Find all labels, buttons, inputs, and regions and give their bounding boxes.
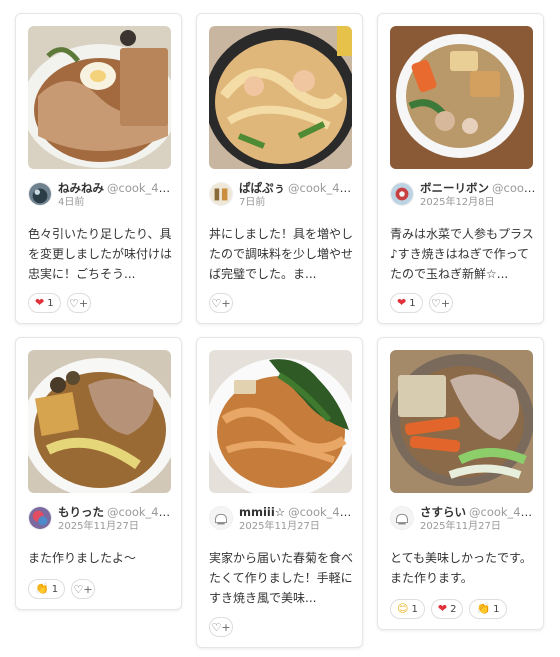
author[interactable]: もりった @cook_40... 2025年11月27日	[28, 504, 174, 534]
heart-icon: ❤	[397, 296, 407, 309]
post-date: 2025年11月27日	[239, 521, 320, 532]
smile-icon: 😊	[397, 602, 409, 615]
snap-card[interactable]: さすらい @cook_40... 2025年11月27日 とても美味しかったです。…	[377, 337, 544, 630]
clap-icon: 👏	[476, 602, 491, 615]
reaction-chip[interactable]: ❤ 1	[28, 293, 61, 313]
snap-card[interactable]: mmiii☆@cook_406... 2025年11月27日 実家から届いた春菊…	[196, 337, 363, 648]
reaction-chip[interactable]: ❤ 1	[390, 293, 423, 313]
heart-icon: ❤	[35, 296, 45, 309]
author[interactable]: ねみねみ @cook_40... 4日前	[28, 180, 174, 210]
reaction-chip[interactable]: ❤ 2	[430, 599, 464, 619]
reactions: ❤ 1 ♡+	[28, 293, 91, 313]
snap-card[interactable]: もりった @cook_40... 2025年11月27日 また作りましたよ〜 👏 1…	[15, 337, 182, 610]
add-reaction-button[interactable]: ♡+	[209, 617, 233, 637]
reaction-count: 1	[47, 297, 54, 309]
snap-card[interactable]: ねみねみ @cook_40... 4日前 色々引いたり足したり、具を変更しましたが…	[15, 13, 182, 324]
add-reaction-icon: ♡+	[431, 296, 451, 310]
user-id: @cook_40...	[288, 181, 355, 195]
clap-icon: 👏	[35, 582, 49, 595]
heart-icon: ❤	[437, 602, 448, 615]
food-photo[interactable]	[209, 26, 352, 169]
reaction-count: 2	[450, 603, 457, 615]
add-reaction-button[interactable]: ♡+	[428, 293, 453, 313]
food-photo[interactable]	[28, 350, 171, 493]
author[interactable]: さすらい @cook_40... 2025年11月27日	[390, 504, 536, 534]
reactions: ♡+	[209, 293, 233, 313]
post-date: 4日前	[58, 197, 85, 208]
avatar[interactable]	[209, 182, 233, 206]
snap-card[interactable]: ぱぱぷぅ @cook_40... 7日前 丼にしました！具を増やしたので調味料を少…	[196, 13, 363, 324]
reaction-chip[interactable]: 👏 1	[469, 599, 507, 619]
user-id: @cook_406...	[288, 505, 355, 519]
comment-text: 青みは水菜で人参もプラス♪すき焼きはねぎで作ってたので玉ねぎ新鮮☆...	[390, 227, 534, 281]
user-name[interactable]: さすらい	[420, 505, 466, 519]
add-reaction-button[interactable]: ♡+	[209, 293, 233, 313]
author[interactable]: ぱぱぷぅ @cook_40... 7日前	[209, 180, 355, 210]
comment-text: また作りましたよ〜	[28, 551, 137, 565]
avatar[interactable]	[28, 506, 52, 530]
post-date: 2025年11月27日	[58, 521, 139, 532]
food-photo[interactable]	[390, 26, 533, 169]
reaction-count: 1	[409, 297, 416, 309]
user-id: @cook_40...	[107, 181, 174, 195]
add-reaction-icon: ♡+	[69, 296, 89, 310]
author[interactable]: mmiii☆@cook_406... 2025年11月27日	[209, 504, 355, 534]
add-reaction-icon: ♡+	[211, 296, 231, 310]
reactions: ❤ 1 ♡+	[390, 293, 453, 313]
add-reaction-icon: ♡+	[211, 620, 231, 634]
post-date: 7日前	[239, 197, 266, 208]
post-date: 2025年12月8日	[420, 197, 495, 208]
user-name[interactable]: mmiii☆	[239, 505, 285, 519]
comment-text: とても美味しかったです。また作ります。	[390, 551, 532, 585]
user-name[interactable]: ねみねみ	[58, 181, 104, 195]
add-reaction-button[interactable]: ♡+	[71, 579, 96, 599]
reaction-count: 1	[493, 603, 500, 615]
reaction-count: 1	[51, 583, 59, 595]
comment-text: 色々引いたり足したり、具を変更しましたが味付けは忠実に！ごちそう...	[28, 227, 173, 281]
user-id: @cook...	[492, 181, 536, 195]
reactions: 👏 1 ♡+	[28, 579, 96, 599]
food-photo[interactable]	[209, 350, 352, 493]
reaction-chip[interactable]: 👏 1	[28, 579, 66, 599]
comment-text: 実家から届いた春菊を食べたくて作りました！手軽にすき焼き風で美味...	[209, 551, 354, 605]
reaction-count: 1	[411, 603, 418, 615]
reactions: ♡+	[209, 617, 233, 637]
user-name[interactable]: ボニーリボン	[420, 181, 489, 195]
user-name[interactable]: もりった	[58, 505, 104, 519]
add-reaction-icon: ♡+	[73, 582, 93, 596]
add-reaction-button[interactable]: ♡+	[66, 293, 91, 313]
food-photo[interactable]	[28, 26, 171, 169]
avatar[interactable]	[209, 506, 233, 530]
avatar[interactable]	[390, 182, 414, 206]
user-id: @cook_40...	[107, 505, 174, 519]
reactions: 😊 1 ❤ 2 👏 1	[390, 599, 507, 619]
reaction-chip[interactable]: 😊 1	[390, 599, 425, 619]
user-id: @cook_40...	[469, 505, 536, 519]
post-date: 2025年11月27日	[420, 521, 501, 532]
snap-card[interactable]: ボニーリボン@cook... 2025年12月8日 青みは水菜で人参もプラス♪す…	[377, 13, 544, 324]
food-photo[interactable]	[390, 350, 533, 493]
user-name[interactable]: ぱぱぷぅ	[239, 181, 285, 195]
avatar[interactable]	[28, 182, 52, 206]
author[interactable]: ボニーリボン@cook... 2025年12月8日	[390, 180, 536, 210]
avatar[interactable]	[390, 506, 414, 530]
comment-text: 丼にしました！具を増やしたので調味料を少し増やせば完璧でした。ま...	[209, 227, 354, 281]
